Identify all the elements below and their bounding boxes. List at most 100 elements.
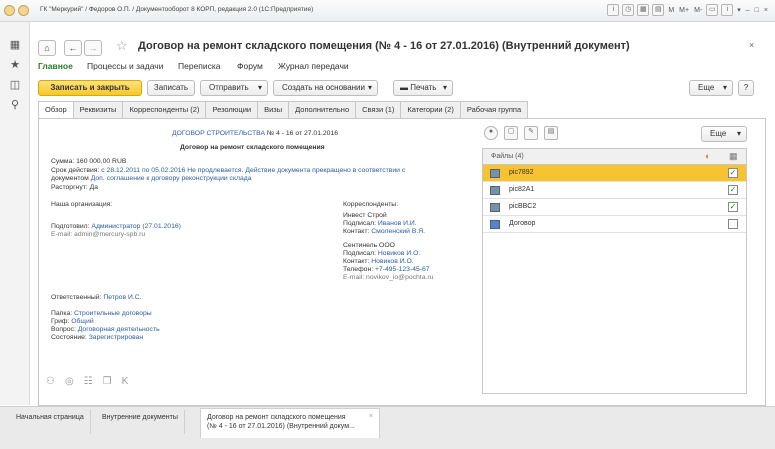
- print-button-label: Печать: [410, 83, 437, 92]
- doc-number: № 4 - 16 от 27.01.2016: [266, 130, 339, 137]
- add-file-icon[interactable]: ●: [484, 126, 498, 140]
- chevron-down-icon: ▾: [442, 83, 447, 92]
- state-line: Состояние: Зарегистрирован: [51, 334, 143, 342]
- open-file-icon[interactable]: ▢: [504, 126, 518, 140]
- memory-m-button[interactable]: M: [667, 7, 675, 14]
- window-tab-home[interactable]: Начальная страница: [10, 410, 91, 434]
- corr1-signed-value[interactable]: Иванов И.И.: [378, 220, 417, 227]
- corr2-phone-label: Телефон:: [343, 266, 374, 273]
- tab-correspondents[interactable]: Корреспонденты (2): [122, 101, 207, 118]
- sum-label: Сумма:: [51, 158, 75, 165]
- window-tab-current-doc[interactable]: Договор на ремонт складского помещения (…: [200, 408, 380, 438]
- file-row[interactable]: pic7892 ✓: [483, 165, 746, 182]
- history-icon[interactable]: ◫: [8, 78, 22, 92]
- tab-visas[interactable]: Визы: [257, 101, 290, 118]
- corr1-contact-label: Контакт:: [343, 228, 370, 235]
- tab-additional[interactable]: Дополнительно: [288, 101, 357, 118]
- tab-workgroup[interactable]: Рабочая группа: [459, 101, 529, 118]
- help-circle-icon[interactable]: i: [721, 4, 734, 16]
- prepared-value[interactable]: Администратор (27.01.2016): [91, 223, 180, 230]
- search-icon[interactable]: ⚲: [8, 98, 22, 112]
- send-button[interactable]: Отправить ▾: [200, 80, 268, 96]
- save-and-close-button[interactable]: Записать и закрыть: [38, 80, 142, 96]
- file-checkbox[interactable]: ✓: [728, 185, 738, 195]
- nav-transfer-log[interactable]: Журнал передачи: [278, 61, 349, 71]
- doc-kind-link[interactable]: ДОГОВОР СТРОИТЕЛЬСТВА: [172, 130, 265, 137]
- corr1-name[interactable]: Инвест Строй: [343, 212, 387, 220]
- print-button[interactable]: ▬ Печать ▾: [393, 80, 453, 96]
- printer-icon: ▬: [400, 83, 411, 92]
- edit-file-icon[interactable]: ✎: [524, 126, 538, 140]
- corr1-signed-label: Подписал:: [343, 220, 376, 227]
- tab-resolutions[interactable]: Резолюции: [205, 101, 259, 118]
- file-checkbox[interactable]: ✓: [728, 202, 738, 212]
- corr2-phone-value[interactable]: +7-495-123-45-67: [375, 266, 430, 273]
- memory-plus-button[interactable]: M+: [678, 7, 690, 14]
- settings-icon[interactable]: ◎: [65, 376, 74, 387]
- home-icon[interactable]: ⌂: [38, 40, 56, 56]
- image-file-icon: [490, 203, 500, 212]
- file-row[interactable]: Договор: [483, 216, 746, 233]
- files-toolbar: ● ▢ ✎ ▤: [484, 126, 558, 140]
- tab-categories[interactable]: Категории (2): [400, 101, 461, 118]
- minimize-icon[interactable]: –: [745, 7, 751, 14]
- tab-links[interactable]: Связи (1): [355, 101, 402, 118]
- state-value[interactable]: Зарегистрирован: [89, 334, 143, 341]
- nav-forum[interactable]: Форум: [237, 61, 263, 71]
- corr2-email-value[interactable]: novikov_io@pochta.ru: [366, 274, 433, 281]
- forward-arrow-icon[interactable]: →: [84, 40, 102, 56]
- favorites-star-icon[interactable]: ★: [8, 58, 22, 72]
- stamp-value[interactable]: Общий: [71, 318, 93, 325]
- favorite-star-icon[interactable]: ☆: [116, 38, 128, 54]
- grid-menu-icon[interactable]: ▦: [8, 38, 22, 52]
- window-tab-internal-docs[interactable]: Внутренние документы: [96, 410, 185, 434]
- file-checkbox[interactable]: [728, 219, 738, 229]
- corr2-contact-line: Контакт: Новиков И.О.: [343, 258, 414, 266]
- people-icon[interactable]: ⚇: [46, 376, 55, 387]
- question-value[interactable]: Договорная деятельность: [78, 326, 160, 333]
- corr2-contact-value[interactable]: Новиков И.О.: [371, 258, 413, 265]
- files-stack-icon[interactable]: ❐: [103, 376, 112, 387]
- corr1-contact-line: Контакт: Смоленский В.Я.: [343, 228, 425, 236]
- supplementary-agreement-link[interactable]: Доп. соглашение к договору реконструкции…: [91, 175, 252, 182]
- tasks-icon[interactable]: ☷: [84, 376, 93, 387]
- tab-requisites[interactable]: Реквизиты: [72, 101, 124, 118]
- scan-file-icon[interactable]: ▤: [544, 126, 558, 140]
- dropdown-icon[interactable]: ▾: [736, 6, 742, 14]
- save-button[interactable]: Записать: [147, 80, 195, 96]
- file-row[interactable]: pic82A1 ✓: [483, 182, 746, 199]
- files-more-button[interactable]: Еще ▾: [701, 126, 747, 142]
- responsible-value[interactable]: Петров И.С.: [103, 294, 141, 301]
- k-label-icon[interactable]: K: [122, 376, 129, 387]
- memory-minus-button[interactable]: M-: [693, 7, 703, 14]
- tab-overview[interactable]: Обзор: [38, 101, 74, 119]
- clock-icon[interactable]: ◷: [622, 4, 635, 16]
- help-button[interactable]: ?: [738, 80, 754, 96]
- menu-circle-icon[interactable]: [18, 5, 29, 16]
- corr2-name[interactable]: Сентинель ООО: [343, 242, 395, 250]
- create-based-on-button[interactable]: Создать на основании ▾: [273, 80, 378, 96]
- corr2-contact-label: Контакт:: [343, 258, 370, 265]
- nav-processes[interactable]: Процессы и задачи: [87, 61, 163, 71]
- corr2-signed-value[interactable]: Новиков И.О.: [378, 250, 420, 257]
- close-tab-icon[interactable]: ×: [369, 412, 373, 421]
- more-button[interactable]: Еще ▾: [689, 80, 733, 96]
- prepared-line: Подготовил: Администратор (27.01.2016): [51, 223, 181, 231]
- calculator-icon[interactable]: ▤: [652, 4, 665, 16]
- maximize-icon[interactable]: □: [754, 7, 760, 14]
- encryption-icon: ◐: [705, 151, 711, 161]
- close-window-icon[interactable]: ×: [763, 7, 769, 14]
- nav-main[interactable]: Главное: [38, 61, 73, 71]
- calendar-icon[interactable]: ▦: [637, 4, 650, 16]
- nav-correspondence[interactable]: Переписка: [178, 61, 221, 71]
- window-title: ГК "Меркурий" / Федоров О.П. / Документо…: [40, 6, 314, 13]
- close-form-icon[interactable]: ×: [749, 40, 754, 50]
- email-value[interactable]: admin@mercury-spb.ru: [74, 231, 145, 238]
- window-layout-icon[interactable]: ▭: [706, 4, 719, 16]
- file-checkbox[interactable]: ✓: [728, 168, 738, 178]
- back-arrow-icon[interactable]: ←: [64, 40, 82, 56]
- info-icon[interactable]: i: [607, 4, 620, 16]
- folder-value[interactable]: Строительные договоры: [74, 310, 152, 317]
- corr1-contact-value[interactable]: Смоленский В.Я.: [371, 228, 425, 235]
- file-row[interactable]: picBBC2 ✓: [483, 199, 746, 216]
